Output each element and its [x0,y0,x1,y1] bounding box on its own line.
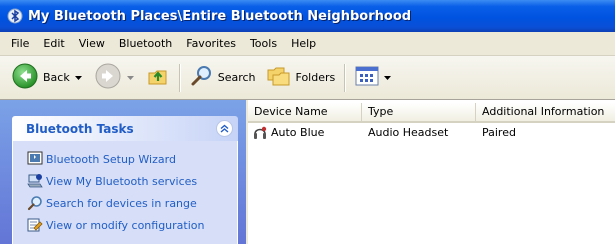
task-link-bluetooth-services[interactable]: View My Bluetooth services [27,171,237,191]
menu-favorites[interactable]: Favorites [179,34,243,54]
folders-label: Folders [295,71,336,84]
back-button[interactable]: Back [8,61,85,95]
title-bar[interactable]: My Bluetooth Places\Entire Bluetooth Nei… [0,0,615,32]
folders-button[interactable]: Folders [263,61,339,95]
menu-bar: File Edit View Bluetooth Favorites Tools… [0,32,615,56]
forward-dropdown-arrow-icon[interactable] [126,75,134,80]
views-icon [355,65,379,90]
device-list: Device Name Type Additional Information … [248,100,615,244]
task-link-label: Bluetooth Setup Wizard [46,152,176,166]
task-pane: Bluetooth Tasks Bluetooth Setup Wizard V… [0,100,246,244]
search-label: Search [217,71,256,84]
task-link-label: Search for devices in range [46,196,197,210]
list-header: Device Name Type Additional Information [248,103,615,123]
views-dropdown-arrow-icon[interactable] [384,75,392,80]
back-dropdown-arrow-icon[interactable] [74,75,82,80]
column-header-type[interactable]: Type [362,103,476,121]
task-group-title: Bluetooth Tasks [26,121,134,136]
chevron-up-icon [220,124,229,133]
task-link-setup-wizard[interactable]: Bluetooth Setup Wizard [27,149,237,169]
menu-bluetooth[interactable]: Bluetooth [112,34,179,54]
window-title: My Bluetooth Places\Entire Bluetooth Nei… [28,8,412,24]
search-icon [190,64,214,91]
device-name-cell: Auto Blue [248,125,362,141]
task-link-label: View My Bluetooth services [46,174,198,188]
device-name: Auto Blue [271,126,325,139]
toolbar-separator [178,63,181,92]
bluetooth-places-icon [6,7,24,25]
menu-file[interactable]: File [4,34,36,54]
menu-help[interactable]: Help [284,34,323,54]
toolbar-separator [344,63,347,92]
menu-tools[interactable]: Tools [243,34,284,54]
bluetooth-services-icon [27,173,43,189]
toolbar: Back Search Folders [0,56,615,100]
task-link-search-devices[interactable]: Search for devices in range [27,193,237,213]
column-header-additional-info[interactable]: Additional Information [476,103,615,121]
forward-arrow-icon [94,62,122,93]
setup-wizard-icon [27,151,43,167]
search-icon [27,195,43,211]
device-type: Audio Headset [368,126,449,139]
views-button[interactable] [352,61,394,95]
folders-icon [266,64,292,91]
search-button[interactable]: Search [187,61,259,95]
back-label: Back [43,71,70,84]
up-folder-icon [146,64,170,91]
task-link-label: View or modify configuration [46,218,205,232]
up-folder-button[interactable] [143,61,173,95]
task-link-configuration[interactable]: View or modify configuration [27,215,237,235]
list-item[interactable]: Auto Blue Audio Headset Paired [248,123,615,142]
column-header-device-name[interactable]: Device Name [248,103,362,121]
content-area: Bluetooth Tasks Bluetooth Setup Wizard V… [0,100,615,244]
task-group-header[interactable]: Bluetooth Tasks [12,116,238,141]
forward-button[interactable] [91,61,137,95]
device-additional-info: Paired [482,126,516,139]
collapse-button[interactable] [216,120,233,137]
menu-view[interactable]: View [72,34,112,54]
back-arrow-icon [11,62,39,93]
menu-edit[interactable]: Edit [36,34,71,54]
configuration-icon [27,217,43,233]
headset-device-icon [252,125,268,141]
task-group-body: Bluetooth Setup Wizard View My Bluetooth… [12,141,238,244]
